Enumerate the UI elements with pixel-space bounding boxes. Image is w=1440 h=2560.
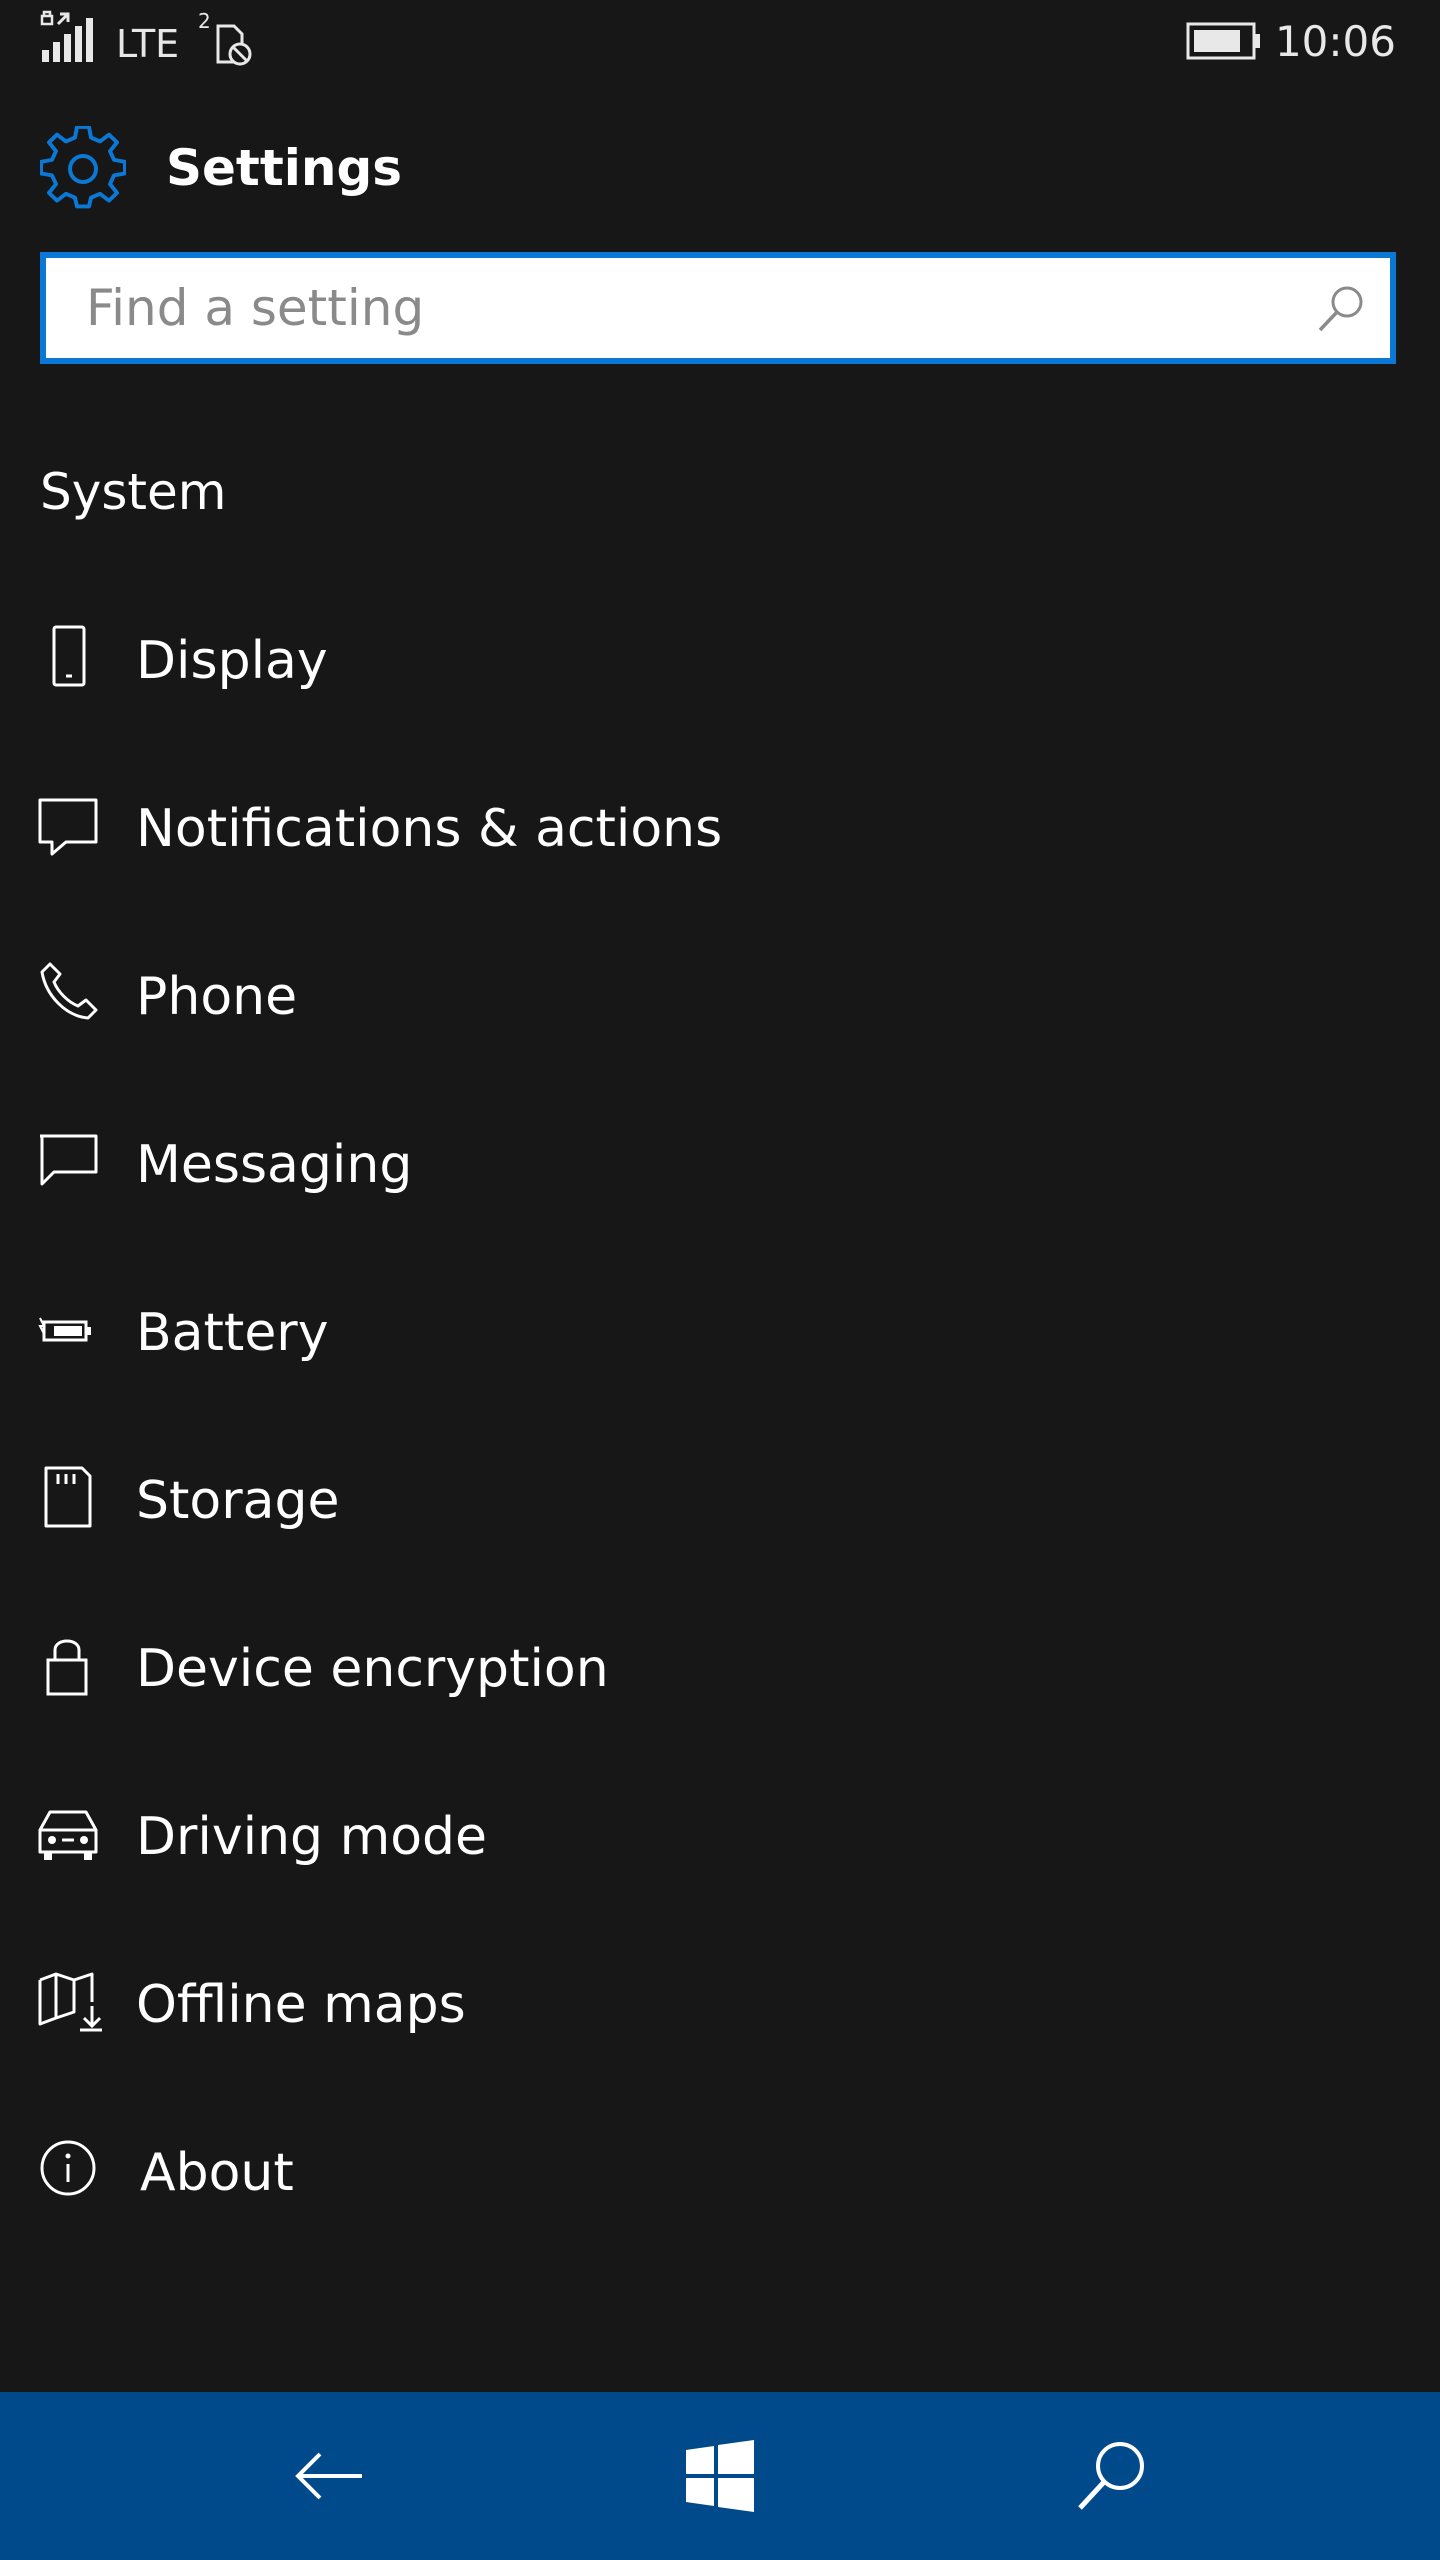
message-bubble-icon	[40, 1134, 98, 1186]
settings-item-about[interactable]: About	[0, 2092, 1440, 2260]
back-button[interactable]	[228, 2392, 428, 2560]
page-title: Settings	[166, 139, 403, 197]
status-bar: LTE 2 10:06	[0, 0, 1440, 80]
settings-item-label: Battery	[136, 1303, 329, 1363]
settings-item-label: Driving mode	[136, 1807, 488, 1867]
settings-item-battery[interactable]: Battery	[0, 1252, 1440, 1420]
settings-item-phone[interactable]: Phone	[0, 916, 1440, 1084]
search-button[interactable]	[1012, 2392, 1212, 2560]
car-icon	[38, 1810, 98, 1860]
settings-item-messaging[interactable]: Messaging	[0, 1084, 1440, 1252]
phone-handset-icon	[40, 962, 98, 1020]
map-download-icon	[38, 1972, 102, 2032]
settings-item-label: Phone	[136, 967, 298, 1027]
signal-strength-icon	[40, 10, 93, 62]
settings-item-driving-mode[interactable]: Driving mode	[0, 1756, 1440, 1924]
network-type-label: LTE	[116, 22, 180, 66]
section-title: System	[40, 463, 227, 521]
clock: 10:06	[1274, 17, 1396, 66]
notification-icon	[38, 798, 98, 856]
settings-item-offline-maps[interactable]: Offline maps	[0, 1924, 1440, 2092]
navigation-bar	[0, 2392, 1440, 2560]
settings-item-label: Offline maps	[136, 1975, 466, 2035]
windows-start-icon	[686, 2440, 754, 2512]
back-arrow-icon	[295, 2452, 362, 2500]
phone-display-icon	[52, 625, 86, 687]
battery-saver-icon	[38, 1317, 91, 1342]
sim-card-icon: 2	[198, 9, 252, 66]
settings-item-storage[interactable]: Storage	[0, 1420, 1440, 1588]
search-input[interactable]	[46, 258, 1306, 358]
lock-icon	[46, 1639, 88, 1696]
settings-item-display[interactable]: Display	[0, 580, 1440, 748]
settings-list: Display Notifications & actions Phone Me…	[0, 580, 1440, 2260]
settings-item-label: Storage	[136, 1471, 340, 1531]
settings-item-label: Device encryption	[136, 1639, 609, 1699]
settings-item-device-encryption[interactable]: Device encryption	[0, 1588, 1440, 1756]
settings-item-label: Notifications & actions	[136, 799, 723, 859]
start-button[interactable]	[620, 2392, 820, 2560]
search-icon	[1078, 2442, 1144, 2510]
gear-icon	[40, 126, 126, 209]
info-icon	[40, 2140, 96, 2196]
search-box[interactable]	[40, 252, 1396, 364]
battery-icon	[1186, 22, 1260, 60]
settings-item-label: Messaging	[136, 1135, 413, 1195]
settings-item-notifications[interactable]: Notifications & actions	[0, 748, 1440, 916]
search-icon[interactable]	[1314, 282, 1368, 336]
svg-text:2: 2	[198, 9, 211, 33]
sd-card-icon	[44, 1466, 92, 1528]
settings-item-label: About	[140, 2143, 294, 2203]
settings-item-label: Display	[136, 631, 328, 691]
